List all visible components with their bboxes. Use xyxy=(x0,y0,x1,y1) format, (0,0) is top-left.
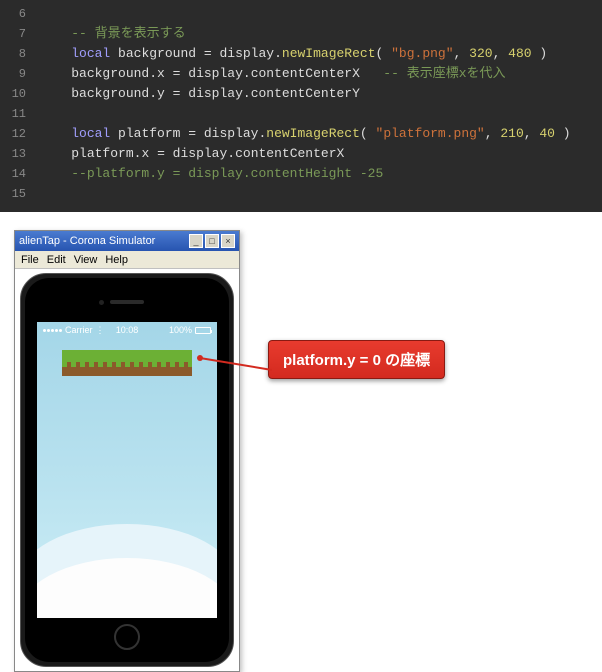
code-line[interactable]: 14 --platform.y = display.contentHeight … xyxy=(0,164,602,184)
code-line[interactable]: 8 local background = display.newImageRec… xyxy=(0,44,602,64)
carrier-label: Carrier xyxy=(65,325,93,335)
phone-camera-icon xyxy=(99,300,104,305)
line-number: 12 xyxy=(0,124,40,144)
code-editor[interactable]: 6 7 -- 背景を表示する8 local background = displ… xyxy=(0,0,602,212)
battery-label: 100% xyxy=(169,325,192,335)
code-content[interactable]: background.x = display.contentCenterX --… xyxy=(40,64,506,84)
phone-speaker-icon xyxy=(110,300,144,304)
battery-icon xyxy=(195,327,211,334)
line-number: 11 xyxy=(0,104,40,124)
simulator-menubar[interactable]: File Edit View Help xyxy=(15,251,239,269)
close-button[interactable]: × xyxy=(221,234,235,248)
code-line[interactable]: 12 local platform = display.newImageRect… xyxy=(0,124,602,144)
code-line[interactable]: 13 platform.x = display.contentCenterX xyxy=(0,144,602,164)
simulator-canvas: Carrier ⋮ 10:08 100% xyxy=(15,269,239,671)
code-content[interactable]: platform.x = display.contentCenterX xyxy=(40,144,344,164)
line-number: 9 xyxy=(0,64,40,84)
annotation-callout: platform.y = 0 の座標 xyxy=(268,340,445,379)
menu-help[interactable]: Help xyxy=(105,254,128,266)
simulator-area: alienTap - Corona Simulator _ □ × File E… xyxy=(0,212,602,672)
code-content[interactable]: local platform = display.newImageRect( "… xyxy=(40,124,571,144)
callout-label: platform.y = 0 の座標 xyxy=(268,340,445,379)
menu-file[interactable]: File xyxy=(21,254,39,266)
code-content[interactable] xyxy=(40,104,71,124)
home-button-icon xyxy=(114,624,140,650)
code-content[interactable] xyxy=(40,184,71,204)
code-content[interactable]: -- 背景を表示する xyxy=(40,24,186,44)
code-content[interactable]: --platform.y = display.contentHeight -25 xyxy=(40,164,383,184)
platform-sprite xyxy=(62,350,192,376)
wifi-icon: ⋮ xyxy=(96,325,105,336)
line-number: 10 xyxy=(0,84,40,104)
line-number: 6 xyxy=(0,4,40,24)
maximize-button[interactable]: □ xyxy=(205,234,219,248)
code-line[interactable]: 7 -- 背景を表示する xyxy=(0,24,602,44)
line-number: 8 xyxy=(0,44,40,64)
line-number: 7 xyxy=(0,24,40,44)
status-time: 10:08 xyxy=(116,325,139,335)
code-line[interactable]: 10 background.y = display.contentCenterY xyxy=(0,84,602,104)
menu-edit[interactable]: Edit xyxy=(47,254,66,266)
code-line[interactable]: 15 xyxy=(0,184,602,204)
code-content[interactable] xyxy=(40,4,71,24)
code-content[interactable]: local background = display.newImageRect(… xyxy=(40,44,547,64)
line-number: 15 xyxy=(0,184,40,204)
callout-arrow-icon xyxy=(196,354,274,378)
status-bar: Carrier ⋮ 10:08 100% xyxy=(37,322,217,338)
minimize-button[interactable]: _ xyxy=(189,234,203,248)
code-line[interactable]: 11 xyxy=(0,104,602,124)
background-clouds xyxy=(37,488,217,618)
code-line[interactable]: 6 xyxy=(0,4,602,24)
simulator-titlebar[interactable]: alienTap - Corona Simulator _ □ × xyxy=(15,231,239,251)
code-line[interactable]: 9 background.x = display.contentCenterX … xyxy=(0,64,602,84)
simulator-title: alienTap - Corona Simulator xyxy=(19,235,189,247)
signal-dots-icon xyxy=(43,329,62,332)
code-content[interactable]: background.y = display.contentCenterY xyxy=(40,84,360,104)
line-number: 14 xyxy=(0,164,40,184)
line-number: 13 xyxy=(0,144,40,164)
simulator-window: alienTap - Corona Simulator _ □ × File E… xyxy=(14,230,240,672)
phone-screen: Carrier ⋮ 10:08 100% xyxy=(37,322,217,618)
phone-frame: Carrier ⋮ 10:08 100% xyxy=(20,273,234,667)
menu-view[interactable]: View xyxy=(74,254,98,266)
